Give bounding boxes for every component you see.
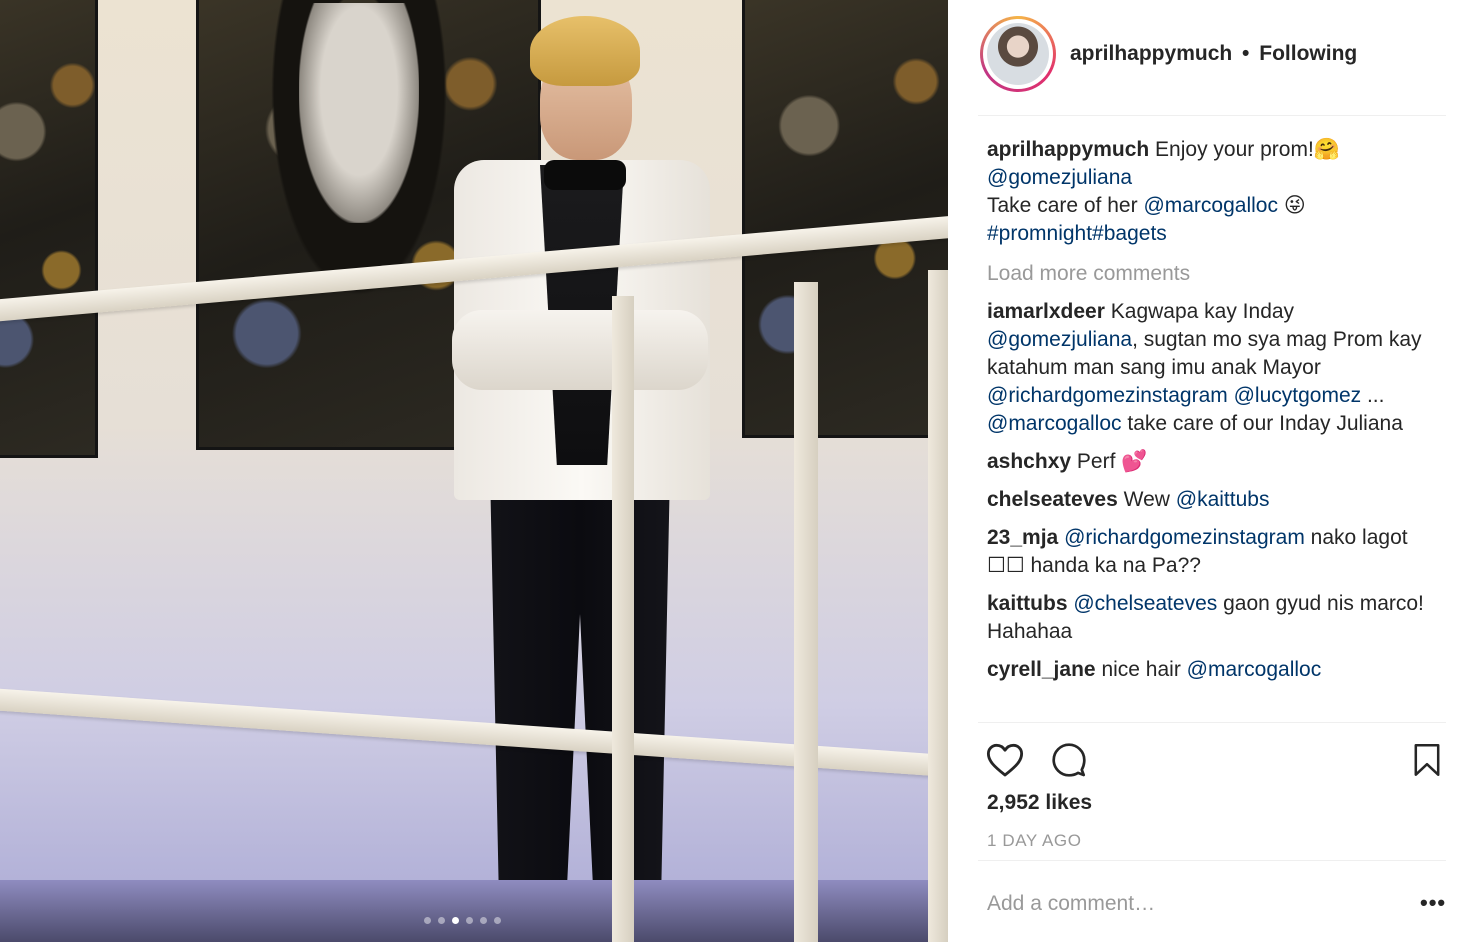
comments-list: aprilhappymuch Enjoy your prom!🤗 @gomezj… — [987, 136, 1439, 694]
person-figure — [440, 10, 720, 942]
comment-text: Perf 💕 — [1076, 450, 1148, 473]
comment-username[interactable]: ashchxy — [987, 450, 1071, 473]
mention-link[interactable]: @richardgomezinstagram — [1064, 526, 1305, 549]
post-caption: aprilhappymuch Enjoy your prom!🤗 @gomezj… — [987, 136, 1439, 248]
likes-count[interactable]: 2,952 likes — [987, 791, 1092, 815]
caption-text: Take care of her — [987, 194, 1138, 217]
comment-username[interactable]: iamarlxdeer — [987, 300, 1105, 323]
hashtag-link[interactable]: #promnight#bagets — [987, 222, 1167, 245]
heart-icon[interactable] — [986, 741, 1024, 779]
railing-post — [794, 282, 818, 942]
comment-text: take care of our Inday Juliana — [1127, 412, 1403, 435]
comment-text: nice hair — [1101, 658, 1181, 681]
comment-text: Kagwapa kay Inday — [1110, 300, 1295, 323]
comment-username[interactable]: chelseateves — [987, 488, 1118, 511]
comment-item: chelseateves Wew @kaittubs — [987, 486, 1439, 514]
comment-text: Wew — [1123, 488, 1170, 511]
caption-text: Enjoy your prom!🤗 — [1155, 138, 1340, 161]
carousel-dot — [424, 917, 431, 924]
railing-post — [612, 296, 634, 942]
painting-face — [299, 3, 419, 223]
mention-link[interactable]: @marcogalloc — [987, 412, 1122, 435]
mention-link[interactable]: @richardgomezinstagram — [987, 384, 1228, 407]
carousel-indicator — [424, 917, 501, 924]
story-ring[interactable] — [980, 16, 1056, 92]
comment-bubble-icon[interactable] — [1050, 741, 1088, 779]
comment-username[interactable]: cyrell_jane — [987, 658, 1096, 681]
carousel-dot — [480, 917, 487, 924]
comment-item: kaittubs @chelseateves gaon gyud nis mar… — [987, 590, 1439, 646]
mention-link[interactable]: @lucytgomez — [1234, 384, 1362, 407]
person-hair — [530, 16, 640, 86]
carousel-dot — [466, 917, 473, 924]
post-photo[interactable] — [0, 0, 948, 942]
mention-link[interactable]: @marcogalloc — [1187, 658, 1322, 681]
post-actions: 2,952 likes 1 DAY AGO — [978, 722, 1446, 861]
mention-link[interactable]: @gomezjuliana — [987, 328, 1132, 351]
post-side-panel: aprilhappymuch • Following aprilhappymuc… — [948, 0, 1478, 942]
person-arms — [452, 310, 708, 390]
emoji: 😜 — [1283, 194, 1306, 217]
mention-link[interactable]: @kaittubs — [1176, 488, 1270, 511]
painting-left — [0, 0, 98, 458]
separator-dot: • — [1242, 42, 1250, 65]
mention-link[interactable]: @gomezjuliana — [987, 166, 1132, 189]
more-options-icon[interactable]: ••• — [1420, 890, 1446, 916]
railing-post — [928, 270, 948, 942]
owner-username[interactable]: aprilhappymuch — [1070, 42, 1232, 65]
carousel-dot — [438, 917, 445, 924]
comment-text: ... — [1366, 384, 1385, 407]
post-timestamp[interactable]: 1 DAY AGO — [987, 831, 1082, 851]
comment-item: cyrell_jane nice hair @marcogalloc — [987, 656, 1439, 684]
person-pants — [490, 470, 670, 942]
mention-link[interactable]: @marcogalloc — [1143, 194, 1278, 217]
comment-item: ashchxy Perf 💕 — [987, 448, 1439, 476]
carousel-dot-active — [452, 917, 459, 924]
caption-username[interactable]: aprilhappymuch — [987, 138, 1149, 161]
carousel-dot — [494, 917, 501, 924]
bookmark-icon[interactable] — [1408, 741, 1446, 779]
comment-item: 23_mja @richardgomezinstagram nako lagot… — [987, 524, 1439, 580]
post-header: aprilhappymuch • Following — [978, 16, 1446, 116]
comment-item: iamarlxdeer Kagwapa kay Inday @gomezjuli… — [987, 298, 1439, 438]
post-owner: aprilhappymuch • Following — [1070, 42, 1357, 66]
add-comment-input[interactable] — [987, 892, 1367, 916]
comment-username[interactable]: kaittubs — [987, 592, 1068, 615]
comment-username[interactable]: 23_mja — [987, 526, 1058, 549]
avatar[interactable] — [987, 23, 1049, 85]
person-bowtie — [544, 160, 626, 190]
following-button[interactable]: Following — [1259, 42, 1357, 65]
load-more-comments[interactable]: Load more comments — [987, 260, 1439, 288]
mention-link[interactable]: @chelseateves — [1073, 592, 1217, 615]
